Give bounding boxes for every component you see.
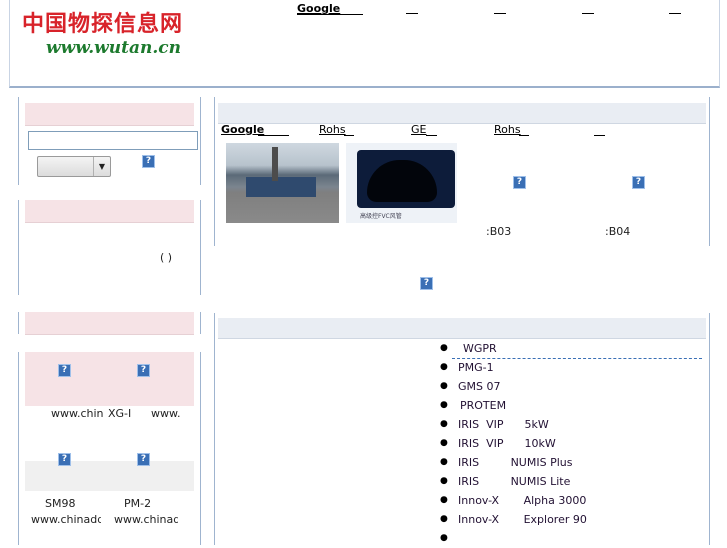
top-link-google-underline: [297, 2, 363, 15]
ad-label[interactable]: www.: [151, 407, 180, 420]
list-item[interactable]: ● IRIS VIP 10kW: [440, 434, 698, 453]
list-item[interactable]: ● GMS 07: [440, 377, 698, 396]
question-icon[interactable]: ?: [142, 155, 155, 168]
sidebar-box-2-header: [25, 200, 194, 223]
search-category-select[interactable]: ▼: [37, 156, 111, 177]
chevron-down-icon[interactable]: ▼: [93, 157, 110, 176]
question-icon[interactable]: ?: [58, 364, 71, 377]
sidebar-box-4-row2-bg: [25, 461, 194, 491]
product-list: ● WGPR ● PMG-1 ● GMS 07 ● PROTEM ● IRIS VIP 5…: [440, 339, 698, 548]
product-code: :B03: [486, 225, 512, 238]
list-item[interactable]: ● PROTEM: [440, 396, 698, 415]
link-ge-underline: [426, 135, 437, 136]
truck-shape: [246, 177, 316, 197]
sidebar-box-4-row1-bg: [25, 352, 194, 406]
top-link-3[interactable]: [494, 2, 506, 14]
main-news-header: [218, 103, 706, 124]
product-photo-caption: 高级控FVC风管: [360, 213, 402, 220]
sidebar-box-3: [18, 312, 201, 335]
list-item[interactable]: ● Innov-X Explorer 90: [440, 510, 698, 529]
ad-label[interactable]: www.chin: [51, 407, 104, 420]
link-google-underline: [258, 135, 289, 136]
question-icon[interactable]: ?: [58, 453, 71, 466]
product-code: :B04: [605, 225, 631, 238]
list-item[interactable]: ● IRIS NUMIS Plus: [440, 453, 698, 472]
ad-url[interactable]: www.chinaddc: [31, 513, 101, 526]
ad-label[interactable]: SM98: [45, 497, 75, 510]
list-item[interactable]: ● PMG-1: [440, 358, 698, 377]
main-products-header: [218, 318, 706, 339]
logo-chinese[interactable]: 中国物探信息网: [22, 6, 183, 38]
sidebar-box-2: [18, 200, 201, 295]
top-link-4[interactable]: [582, 2, 594, 14]
search-box-header: [25, 103, 194, 126]
top-link-2[interactable]: [406, 2, 418, 14]
list-item[interactable]: ● WGPR: [440, 339, 698, 358]
list-item[interactable]: ●: [440, 529, 698, 548]
link-5[interactable]: [594, 123, 605, 136]
sidebar-box-3-header: [25, 312, 194, 335]
link-rohs-2[interactable]: Rohs: [494, 123, 521, 136]
link-rohs[interactable]: Rohs: [319, 123, 346, 136]
ad-label[interactable]: XG-I: [108, 407, 131, 420]
logo-url[interactable]: www.wutan.cn: [46, 38, 181, 58]
link-ge[interactable]: GE: [411, 123, 426, 136]
mast-shape: [272, 147, 278, 181]
list-item[interactable]: ● Innov-X Alpha 3000: [440, 491, 698, 510]
ad-url[interactable]: www.chinad: [114, 513, 178, 526]
list-item[interactable]: ● IRIS VIP 5kW: [440, 415, 698, 434]
list-item[interactable]: ● IRIS NUMIS Lite: [440, 472, 698, 491]
link-rohs-2-underline: [519, 135, 529, 136]
question-icon[interactable]: ?: [420, 277, 433, 290]
question-icon[interactable]: ?: [513, 176, 526, 189]
sidebar-box-2-text: ( ): [160, 251, 173, 264]
top-link-5[interactable]: [669, 2, 681, 14]
ad-label[interactable]: PM-2: [124, 497, 151, 510]
question-icon[interactable]: ?: [137, 364, 150, 377]
question-icon[interactable]: ?: [137, 453, 150, 466]
drill-rig-photo[interactable]: [226, 143, 339, 223]
link-rohs-underline: [344, 135, 354, 136]
search-input[interactable]: [28, 131, 198, 150]
question-icon[interactable]: ?: [632, 176, 645, 189]
